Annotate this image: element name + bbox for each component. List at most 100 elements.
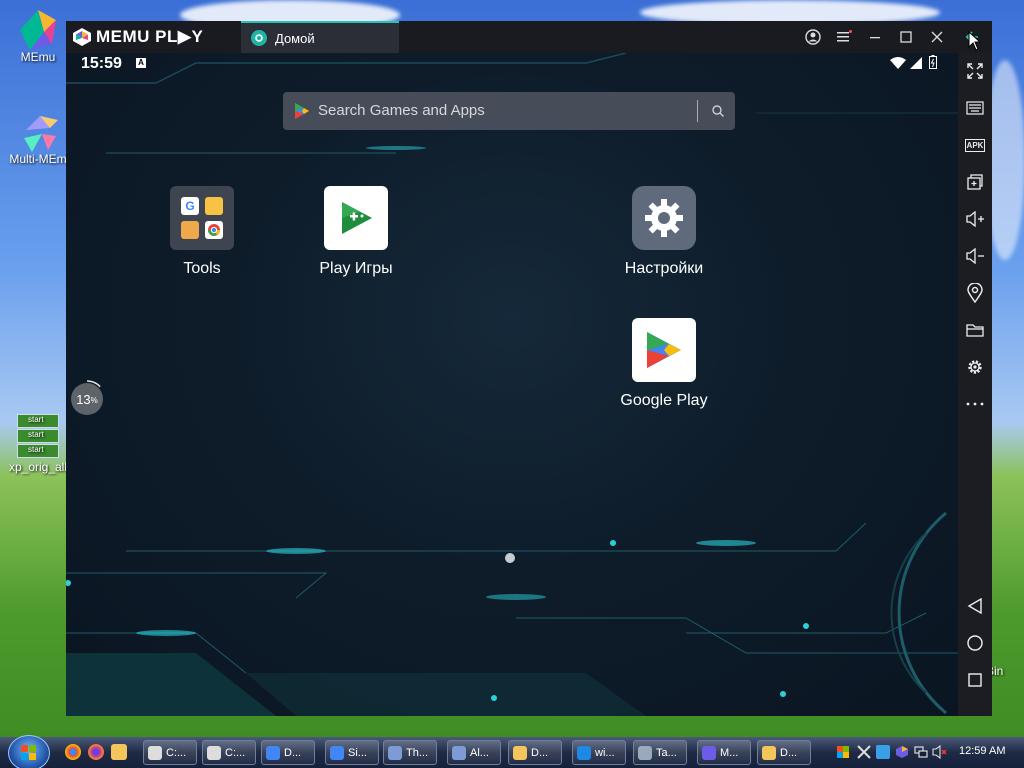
settings-gear-icon	[632, 186, 696, 250]
taskbar-button-label: Al...	[470, 746, 489, 759]
nav-home-icon[interactable]	[963, 631, 987, 655]
taskbar-button[interactable]: M...	[697, 740, 751, 765]
taskbar-button-label: Th...	[406, 746, 429, 759]
explorer-quicklaunch-icon[interactable]	[111, 744, 127, 760]
app-settings[interactable]: Настройки	[594, 186, 734, 278]
app-google-play[interactable]: Google Play	[594, 318, 734, 410]
app-label: Play Игры	[319, 260, 393, 277]
apk-label: APK	[964, 138, 986, 152]
taskbar-button[interactable]: Si...	[325, 740, 379, 765]
close-icon[interactable]	[926, 26, 948, 48]
edge-icon	[577, 745, 591, 760]
app-tools[interactable]: G Tools	[132, 186, 272, 278]
side-toolbar: APK	[958, 53, 992, 716]
memu-tray-icon[interactable]	[895, 745, 909, 759]
status-clock: 15:59	[81, 55, 122, 72]
chrome-icon	[266, 745, 280, 760]
signal-icon	[910, 56, 922, 74]
taskbar-button[interactable]: C:...	[143, 740, 197, 765]
menu-icon[interactable]	[833, 26, 855, 48]
status-badge: A	[136, 58, 146, 68]
settings-icon[interactable]	[963, 355, 987, 379]
firefox-quicklaunch-icon[interactable]	[88, 744, 104, 760]
desktop-icon-label: Multi-MEm	[9, 152, 67, 166]
tool-icon	[205, 197, 223, 215]
security-flag-icon[interactable]	[836, 745, 850, 759]
taskbar-button[interactable]: Th...	[383, 740, 437, 765]
search-icon[interactable]	[711, 104, 725, 122]
chrome-icon	[205, 221, 223, 239]
background-decoration	[66, 53, 958, 716]
multi-window-icon[interactable]	[963, 170, 987, 194]
terminal-icon	[388, 745, 402, 760]
desktop-icon-label: xp_orig_all	[8, 460, 68, 474]
keyboard-icon[interactable]	[963, 96, 987, 120]
tools-folder-icon: G	[170, 186, 234, 250]
taskbar-button-label: wi...	[595, 746, 615, 759]
memu-window: MEMU PL▶Y Домой 15:59 A Search Games and…	[66, 21, 992, 716]
app-label: Google Play	[620, 392, 708, 409]
wifi-icon	[890, 56, 906, 74]
title-bar: MEMU PL▶Y Домой	[66, 21, 992, 53]
memu-brand: MEMU PL▶Y	[72, 27, 203, 47]
google-icon: G	[181, 197, 199, 215]
taskbar-button-label: Ta...	[656, 746, 677, 759]
taskbar-button[interactable]: Ta...	[633, 740, 687, 765]
maximize-icon[interactable]	[895, 26, 917, 48]
taskbar-button[interactable]: D...	[508, 740, 562, 765]
brand-text: MEMU PL▶Y	[96, 27, 204, 46]
fullscreen-icon[interactable]	[963, 59, 987, 83]
volume-down-icon[interactable]	[963, 244, 987, 268]
taskbar-button[interactable]: wi...	[572, 740, 626, 765]
desktop-icon-multi-memu[interactable]: Multi-MEm	[3, 110, 73, 166]
search-placeholder: Search Games and Apps	[318, 102, 485, 119]
android-status-bar: 15:59 A	[66, 53, 958, 75]
taskbar-button-label: M...	[720, 746, 739, 759]
7zip-icon	[148, 745, 162, 760]
desktop-icon-label: MEmu	[20, 50, 56, 64]
taskbar: C:... C:... D... Si... Th... Al... D... wi... Ta…	[0, 735, 1024, 768]
app-tray-icon[interactable]	[876, 745, 890, 759]
system-clock[interactable]: 12:59 AM	[959, 745, 1005, 757]
apk-install-icon[interactable]: APK	[963, 133, 987, 157]
nav-recents-icon[interactable]	[963, 668, 987, 692]
folder-icon[interactable]	[963, 318, 987, 342]
more-icon[interactable]	[963, 392, 987, 416]
chrome-icon	[330, 745, 344, 760]
google-play-icon	[632, 318, 696, 382]
play-store-icon	[295, 103, 309, 123]
taskbar-button[interactable]: C:...	[202, 740, 256, 765]
memu-logo-icon	[72, 27, 92, 47]
taskbar-button[interactable]: D...	[757, 740, 811, 765]
multi-memu-icon	[18, 110, 58, 152]
tab-home[interactable]: Домой	[241, 21, 399, 53]
network-icon[interactable]	[914, 745, 928, 759]
desktop-icon-memu[interactable]: MEmu	[3, 8, 73, 64]
search-bar[interactable]: Search Games and Apps	[283, 92, 735, 130]
loading-progress: 13%	[71, 380, 103, 415]
desktop-icon-xp-orig[interactable]: start start start xp_orig_all	[3, 414, 73, 474]
start-line: start	[17, 429, 59, 443]
task-manager-icon	[638, 745, 652, 760]
mouse-cursor-icon	[968, 30, 982, 56]
location-icon[interactable]	[963, 281, 987, 305]
taskbar-button[interactable]: D...	[261, 740, 315, 765]
app-play-games[interactable]: Play Игры	[286, 186, 426, 278]
7zip-icon	[207, 745, 221, 760]
tools-tray-icon[interactable]	[857, 745, 871, 759]
account-icon[interactable]	[802, 26, 824, 48]
app-label: Tools	[183, 260, 221, 277]
taskbar-button[interactable]: Al...	[447, 740, 501, 765]
home-tab-icon	[251, 30, 267, 46]
taskbar-button-label: D...	[780, 746, 798, 759]
nav-back-icon[interactable]	[963, 594, 987, 618]
app-icon	[452, 745, 466, 760]
chrome-quicklaunch-icon[interactable]	[65, 744, 81, 760]
start-button[interactable]	[8, 735, 50, 768]
minimize-icon[interactable]	[864, 26, 886, 48]
volume-muted-icon[interactable]	[932, 744, 947, 760]
battery-icon	[929, 55, 937, 74]
volume-up-icon[interactable]	[963, 207, 987, 231]
search-divider	[697, 100, 698, 122]
memu-logo-icon	[18, 8, 58, 50]
